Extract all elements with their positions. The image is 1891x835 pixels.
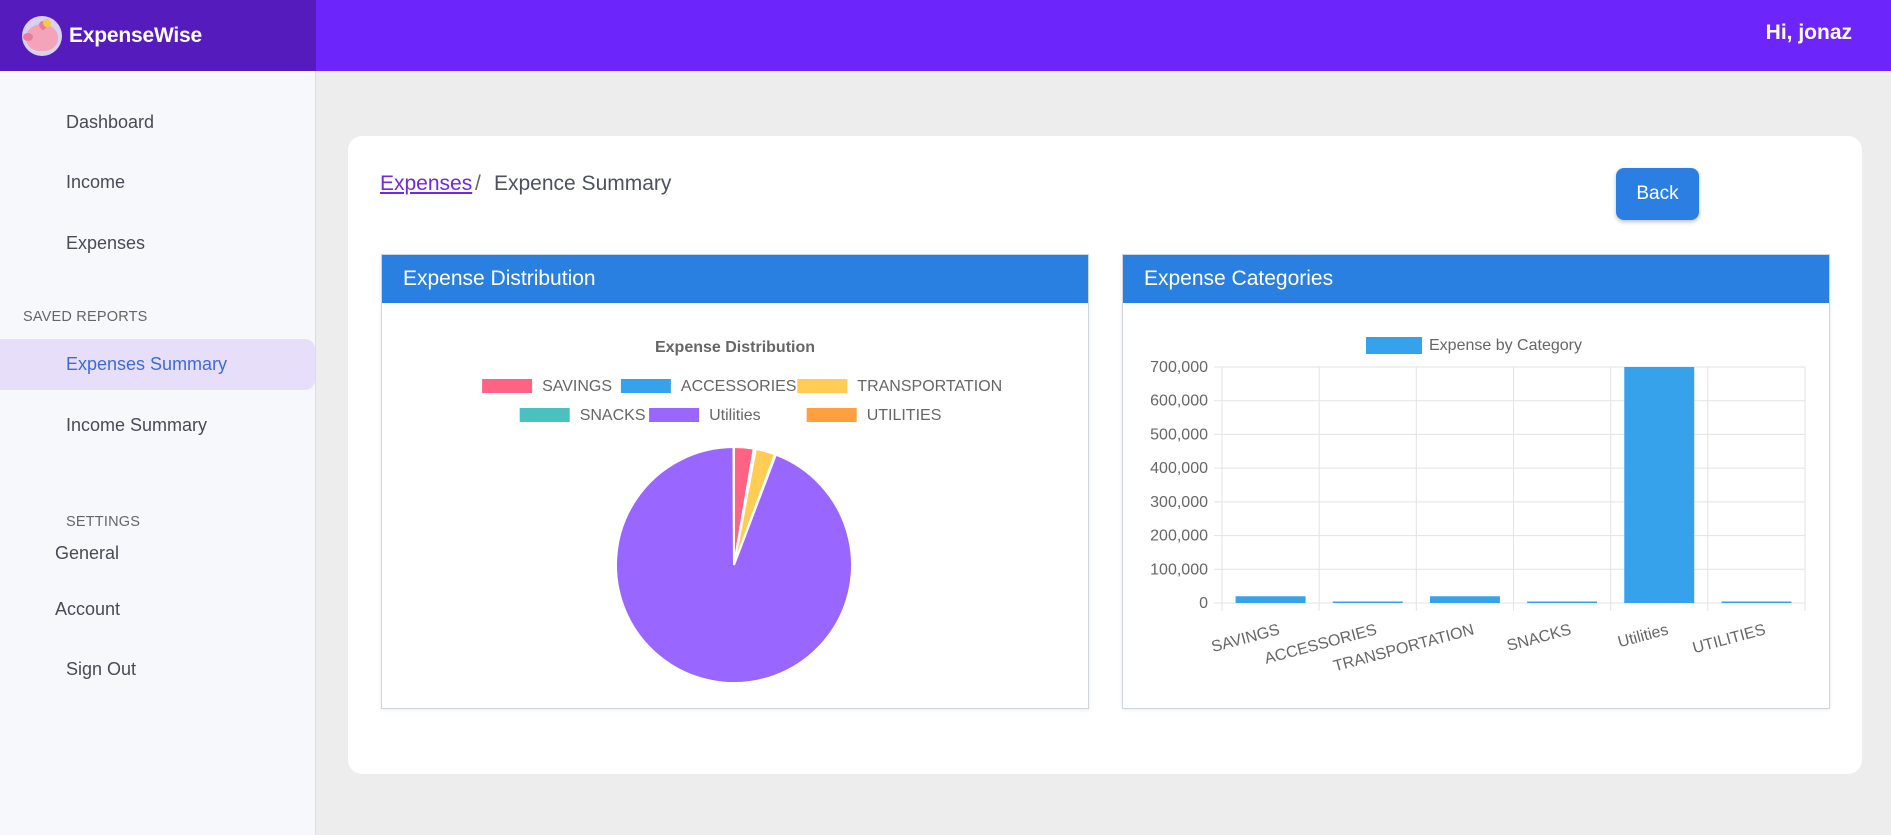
bar-y-tick-label: 100,000 [1150, 561, 1208, 578]
bar-legend-label: Expense by Category [1429, 337, 1582, 354]
pie-legend-item-snacks-3[interactable]: SNACKS [519, 407, 646, 424]
breadcrumb-separator: / [475, 172, 481, 195]
expense-distribution-header: Expense Distribution [382, 255, 1088, 303]
pie-legend-label: UTILITIES [867, 407, 942, 424]
pie-legend-item-utilities-4[interactable]: Utilities [649, 407, 761, 424]
pie-legend-swatch [620, 379, 671, 393]
sidebar-item-income-summary[interactable]: Income Summary [0, 400, 315, 451]
bar-legend-item[interactable]: Expense by Category [1366, 337, 1582, 354]
sidebar-item-expenses[interactable]: Expenses [0, 218, 315, 269]
expense-categories-header: Expense Categories [1123, 255, 1829, 303]
pie-legend-label: SAVINGS [542, 378, 612, 395]
bar-x-tick-label: Utilities [1616, 621, 1670, 651]
pie-legend-label: SNACKS [580, 407, 646, 424]
sidebar: Dashboard Income Expenses SAVED REPORTS … [0, 71, 316, 835]
brand[interactable]: ExpenseWise [0, 0, 316, 71]
expense-distribution-panel: Expense Distribution Expense Distributio… [381, 254, 1089, 709]
pie-chart-title: Expense Distribution [655, 339, 815, 356]
bar-x-tick-label: UTILITIES [1691, 621, 1768, 657]
sidebar-item-sign-out[interactable]: Sign Out [0, 644, 315, 695]
bar-transportation-2[interactable] [1429, 596, 1500, 603]
pie-legend-label: ACCESSORIES [681, 378, 797, 395]
saved-reports-heading: SAVED REPORTS [23, 309, 148, 325]
breadcrumb-current: Expence Summary [494, 172, 672, 195]
breadcrumb-expenses-link[interactable]: Expenses [380, 172, 472, 196]
bar-utilities-5[interactable] [1721, 601, 1792, 604]
top-bar: ExpenseWise Hi, jonaz [0, 0, 1891, 71]
expense-distribution-pie-chart: Expense Distribution SAVINGS ACCESSORIES TR… [482, 339, 1002, 684]
app-name: ExpenseWise [69, 23, 203, 47]
pie-legend-item-accessories-1[interactable]: ACCESSORIES [620, 378, 797, 395]
pie-legend-item-savings-0[interactable]: SAVINGS [482, 378, 612, 395]
bar-y-tick-label: 0 [1199, 595, 1208, 612]
piggy-bank-logo-icon [22, 15, 62, 56]
bar-y-tick-label: 600,000 [1150, 393, 1208, 410]
sidebar-item-income[interactable]: Income [0, 157, 315, 208]
bar-y-tick-label: 200,000 [1150, 528, 1208, 545]
expense-categories-panel: Expense Categories Expense by Category 0 1… [1122, 254, 1830, 709]
user-greeting[interactable]: Hi, jonaz [1766, 21, 1852, 45]
sidebar-item-dashboard[interactable]: Dashboard [0, 97, 315, 148]
pie-legend-item-utilities-5[interactable]: UTILITIES [806, 407, 942, 424]
sidebar-item-account[interactable]: Account [0, 584, 315, 635]
bar-y-tick-label: 700,000 [1150, 359, 1208, 376]
bar-snacks-3[interactable] [1527, 601, 1598, 604]
pie-legend-swatch [519, 408, 570, 422]
bar-y-tick-label: 400,000 [1150, 460, 1208, 477]
pie-legend-item-transportation-2[interactable]: TRANSPORTATION [797, 378, 1002, 395]
bar-x-tick-label: SNACKS [1505, 621, 1573, 654]
bar-y-tick-label: 500,000 [1150, 426, 1208, 443]
pie-legend-swatch [797, 379, 848, 393]
pie-legend-swatch [482, 379, 533, 393]
bar-accessories-1[interactable] [1332, 601, 1403, 604]
sidebar-item-expenses-summary[interactable]: Expenses Summary [0, 339, 315, 390]
sidebar-item-general[interactable]: General [0, 528, 315, 579]
bar-savings-0[interactable] [1235, 596, 1306, 603]
pie-legend-label: TRANSPORTATION [857, 378, 1002, 395]
pie-legend-swatch [806, 408, 857, 422]
pie-legend-swatch [649, 408, 700, 422]
expense-categories-bar-chart: Expense by Category 0 100,000 200,000 300,00… [1150, 337, 1806, 675]
bar-y-tick-label: 300,000 [1150, 494, 1208, 511]
pie-legend-label: Utilities [709, 407, 761, 424]
back-button[interactable]: Back [1616, 168, 1699, 220]
bar-legend-swatch [1366, 337, 1422, 354]
bar-utilities-4[interactable] [1624, 367, 1695, 603]
